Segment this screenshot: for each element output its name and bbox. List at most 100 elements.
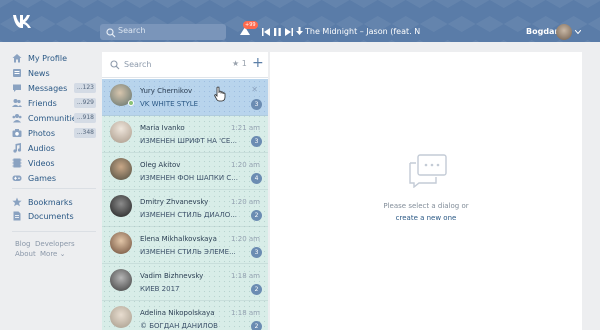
nav-item-photos[interactable]: Photos	[12, 126, 55, 140]
unread-count: 3	[251, 99, 262, 110]
dialog-last-message: ИЗМЕНЕН ШРИФТ НА 'CE...	[140, 137, 238, 145]
nav-label: Photos	[28, 128, 55, 138]
header-avatar[interactable]	[556, 24, 572, 40]
messages-count-badge: ...123	[74, 83, 96, 93]
nav-label: Videos	[28, 158, 55, 168]
star-icon	[12, 197, 22, 207]
unread-count: 4	[251, 173, 262, 184]
nav-divider	[12, 231, 96, 232]
footer-link-more[interactable]: More ⌄	[40, 250, 65, 258]
dialog-row[interactable]: Oleg Akitov 1:20 am ИЗМЕНЕН ФОН ШАПКИ С.…	[102, 153, 268, 190]
dialog-row[interactable]: Adelina Nikopolskaya 1:18 am © БОГДАН ДА…	[102, 301, 268, 330]
online-indicator	[128, 100, 134, 106]
dialog-name: Yury Chernikov	[140, 87, 193, 95]
unread-count: 2	[251, 284, 262, 295]
next-track-icon[interactable]	[285, 28, 293, 36]
chat-bubbles-icon	[409, 154, 447, 188]
nav-item-messages[interactable]: Messages	[12, 81, 67, 95]
nav-divider	[12, 188, 96, 189]
friends-icon	[12, 99, 22, 107]
footer-link-developers[interactable]: Developers	[35, 240, 75, 248]
chevron-down-icon[interactable]	[575, 30, 581, 34]
document-icon	[13, 211, 21, 221]
unread-count: 3	[251, 136, 262, 147]
hand-cursor-icon	[214, 86, 226, 102]
nav-item-news[interactable]: News	[12, 66, 50, 80]
messages-icon	[13, 84, 21, 92]
notification-badge: +99	[243, 21, 258, 29]
friends-count-badge: ...929	[74, 98, 96, 108]
dialog-last-message: © БОГДАН ДАНИЛОВ	[140, 322, 218, 330]
dialog-last-message: КИЕВ 2017	[140, 285, 180, 293]
dialog-search-bar[interactable]: Search ★ 1 +	[102, 52, 268, 78]
photos-count-badge: ...348	[74, 128, 96, 138]
nav-label: Bookmarks	[28, 197, 73, 207]
dialog-time: 1:18 am	[230, 309, 260, 317]
star-icon: ★	[232, 59, 240, 68]
dialog-last-message: ИЗМЕНЕН СТИЛЬ ЭЛЕМЕ...	[140, 248, 236, 256]
header-search-placeholder: Search	[118, 26, 146, 35]
dialog-name: Elena Mikhalkovskaya	[140, 235, 217, 243]
nav-item-documents[interactable]: Documents	[12, 209, 74, 223]
dialog-row[interactable]: Vadim Bizhnevsky 1:18 am КИЕВ 2017 2	[102, 264, 268, 301]
vk-app: Search +99 The Midnight – Jason (feat. N…	[0, 0, 600, 330]
nav-label: Audios	[28, 143, 55, 153]
music-note-icon	[13, 143, 22, 153]
vk-logo-icon[interactable]	[12, 12, 34, 30]
communities-count-badge: ...918	[74, 113, 96, 123]
nav-item-friends[interactable]: Friends	[12, 96, 57, 110]
search-icon	[110, 60, 120, 70]
nav-item-my-profile[interactable]: My Profile	[12, 51, 67, 65]
close-icon[interactable]: ✕	[251, 85, 258, 94]
starred-filter[interactable]: ★ 1	[232, 59, 247, 68]
nav-item-videos[interactable]: Videos	[12, 156, 55, 170]
now-playing-track[interactable]: The Midnight – Jason (feat. Nikki F...	[305, 27, 420, 36]
nav-label: My Profile	[28, 53, 68, 63]
news-icon	[13, 69, 21, 77]
communities-icon	[12, 114, 22, 123]
dialog-row[interactable]: Dmitry Zhvanevsky 1:20 am ИЗМЕНЕН СТИЛЬ …	[102, 190, 268, 227]
create-dialog-link[interactable]: create a new one	[270, 214, 582, 222]
gamepad-icon	[12, 175, 22, 181]
dialog-row[interactable]: Maria Ivanko 1:21 am ИЗМЕНЕН ШРИФТ НА 'C…	[102, 116, 268, 153]
dialog-search-placeholder: Search	[124, 60, 152, 69]
nav-item-audios[interactable]: Audios	[12, 141, 55, 155]
avatar	[110, 158, 132, 180]
pause-icon[interactable]	[274, 28, 281, 36]
nav-label: Games	[28, 173, 56, 183]
previous-track-icon[interactable]	[262, 28, 270, 36]
nav-label: Messages	[28, 83, 68, 93]
dialog-name: Vadim Bizhnevsky	[140, 272, 204, 280]
footer-link-about[interactable]: About	[15, 250, 36, 258]
unread-count: 2	[251, 321, 262, 330]
dialog-time: 1:20 am	[230, 198, 260, 206]
avatar	[110, 306, 132, 328]
dialog-time: 1:20 am	[230, 235, 260, 243]
nav-item-games[interactable]: Games	[12, 171, 56, 185]
dialog-time: 1:20 am	[230, 161, 260, 169]
camera-icon	[12, 129, 22, 137]
dialog-last-message: ИЗМЕНЕН СТИЛЬ ДИАЛО...	[140, 211, 237, 219]
dialog-row[interactable]: Elena Mikhalkovskaya 1:20 am ИЗМЕНЕН СТИ…	[102, 227, 268, 264]
nav-label: News	[28, 68, 50, 78]
starred-count: 1	[241, 59, 247, 68]
conversation-pane: Please select a dialog or create a new o…	[270, 52, 582, 330]
search-icon	[106, 28, 116, 38]
unread-count: 2	[251, 210, 262, 221]
dialog-rows: Yury Chernikov ✕ VK WHITE STYLE 3 Maria …	[102, 79, 268, 330]
unread-count: 3	[251, 247, 262, 258]
footer-link-blog[interactable]: Blog	[15, 240, 30, 248]
dialog-time: 1:21 am	[230, 124, 260, 132]
nav-label: Communities	[28, 113, 81, 123]
new-dialog-button[interactable]: +	[252, 55, 264, 71]
avatar	[110, 195, 132, 217]
nav-item-communities[interactable]: Communities	[12, 111, 81, 125]
dialog-row[interactable]: Yury Chernikov ✕ VK WHITE STYLE 3	[102, 79, 268, 116]
dialog-name: Oleg Akitov	[140, 161, 181, 169]
home-icon	[12, 54, 22, 63]
nav-label: Friends	[28, 98, 57, 108]
avatar	[110, 232, 132, 254]
avatar	[110, 269, 132, 291]
nav-item-bookmarks[interactable]: Bookmarks	[12, 195, 73, 209]
download-icon[interactable]	[296, 27, 303, 36]
